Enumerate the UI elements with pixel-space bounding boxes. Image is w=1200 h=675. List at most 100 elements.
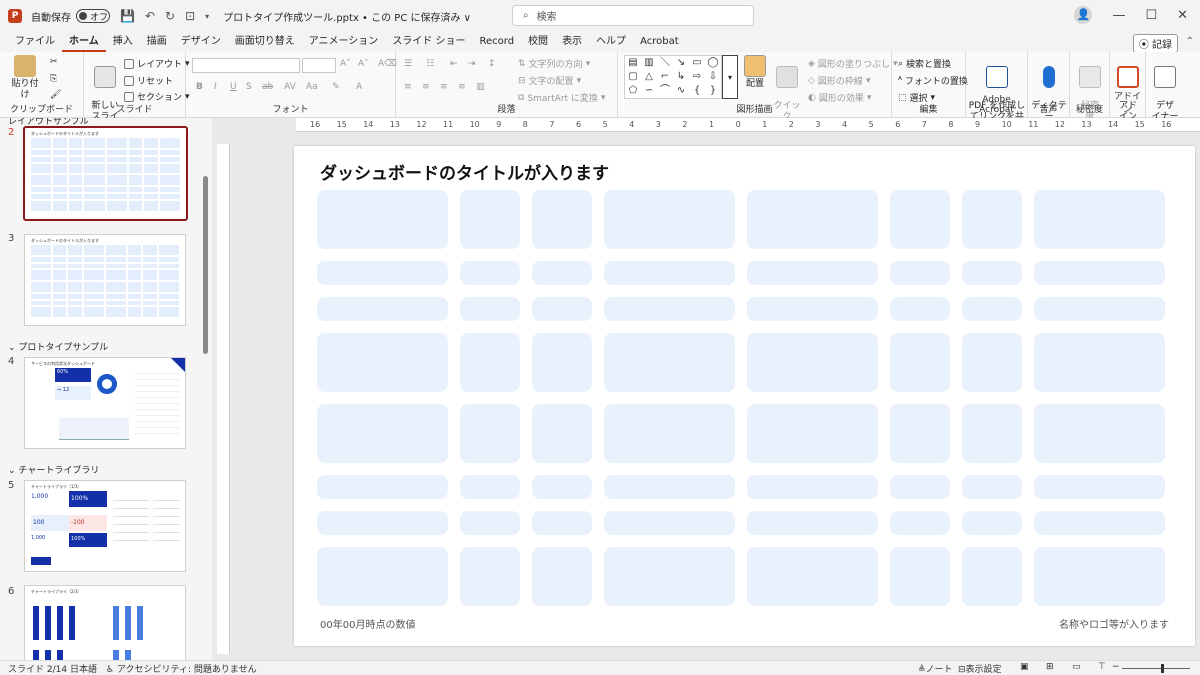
slide[interactable]: ダッシュボードのタイトルが入ります 00年00月時点の数値 名称やロゴ等が入りま… [294, 146, 1195, 646]
grid-cell[interactable] [460, 190, 520, 249]
reading-view-icon[interactable]: ▭ [1072, 662, 1081, 672]
curve-icon[interactable]: ∽ [641, 84, 657, 98]
align-right-icon[interactable]: ≡ [440, 82, 448, 92]
tab-file[interactable]: ファイル [8, 32, 62, 52]
maximize-icon[interactable]: ☐ [1145, 8, 1157, 23]
close-icon[interactable]: ✕ [1177, 8, 1188, 23]
oval-icon[interactable]: ◯ [705, 56, 721, 70]
strike-icon[interactable]: ab [262, 82, 273, 92]
grid-cell[interactable] [962, 190, 1022, 249]
zoom-slider-track[interactable] [1122, 668, 1190, 669]
shapes-more-button[interactable]: ▾ [722, 55, 738, 99]
file-name[interactable]: プロトタイプ作成ツール.pptx • この PC に保存済み ∨ [223, 9, 471, 24]
arrow-line-icon[interactable]: ↘ [673, 56, 689, 70]
grid-cell[interactable] [747, 475, 878, 499]
present-icon[interactable]: ⊡ [185, 9, 195, 23]
grid-cell[interactable] [1034, 333, 1165, 392]
grid-cell[interactable] [604, 547, 735, 606]
slide-thumbnail-3[interactable]: ダッシュボードのタイトルが入ります [24, 234, 186, 326]
grid-cell[interactable] [532, 547, 592, 606]
ribbon-collapse-icon[interactable]: ⌃ [1186, 36, 1194, 47]
copy-icon[interactable]: ⎘ [50, 74, 57, 84]
align-text-button[interactable]: ⊟ 文字の配置 ▾ [518, 74, 581, 88]
pentagon-icon[interactable]: ⬠ [625, 84, 641, 98]
indent-increase-icon[interactable]: ⇥ [468, 59, 476, 69]
grid-cell[interactable] [747, 547, 878, 606]
language[interactable]: 日本語 [70, 662, 97, 675]
triangle-icon[interactable]: △ [641, 70, 657, 84]
layout-button[interactable]: レイアウト ▾ [124, 57, 190, 70]
grid-cell[interactable] [460, 297, 520, 321]
format-painter-icon[interactable]: 🖌 [50, 90, 61, 100]
right-arrow-icon[interactable]: ⇨ [689, 70, 705, 84]
font-color-icon[interactable]: A [356, 82, 362, 92]
grid-cell[interactable] [604, 511, 735, 535]
grid-cell[interactable] [962, 261, 1022, 285]
elbow-icon[interactable]: ⌐ [657, 70, 673, 84]
grid-cell[interactable] [532, 261, 592, 285]
shape-fill-button[interactable]: ◈ 図形の塗りつぶし ▾ [808, 57, 898, 71]
customize-qat-icon[interactable]: ▾ [205, 12, 209, 21]
grid-cell[interactable] [890, 475, 950, 499]
slide-title[interactable]: ダッシュボードのタイトルが入ります [320, 159, 609, 184]
avatar[interactable]: 👤 [1074, 6, 1093, 24]
tab-review[interactable]: 校閲 [521, 32, 555, 52]
paste-button[interactable]: 貼り付け [8, 55, 42, 101]
section-chart-library[interactable]: ⌄ チャートライブラリ [8, 463, 99, 476]
tab-animations[interactable]: アニメーション [302, 32, 386, 52]
grid-cell[interactable] [460, 404, 520, 463]
grid-cell[interactable] [532, 404, 592, 463]
grid-cell[interactable] [1034, 547, 1165, 606]
shape-effects-button[interactable]: ◐ 図形の効果 ▾ [808, 91, 871, 105]
grid-cell[interactable] [1034, 404, 1165, 463]
zoom-out-icon[interactable]: − [1112, 662, 1120, 672]
line-spacing-icon[interactable]: ↕ [488, 59, 496, 69]
grow-font-icon[interactable]: A˄ [340, 59, 351, 69]
grid-cell[interactable] [317, 511, 448, 535]
grid-cell[interactable] [532, 190, 592, 249]
clear-format-icon[interactable]: A⌫ [378, 59, 397, 69]
slide-thumbnail-2[interactable]: ダッシュボードのタイトルが入ります [23, 126, 188, 221]
grid-cell[interactable] [460, 511, 520, 535]
grid-cell[interactable] [532, 475, 592, 499]
tab-slideshow[interactable]: スライド ショー [385, 32, 472, 52]
tab-view[interactable]: 表示 [555, 32, 589, 52]
tab-design[interactable]: デザイン [174, 32, 228, 52]
italic-icon[interactable]: I [214, 82, 217, 92]
underline-icon[interactable]: U [230, 82, 237, 92]
align-left-icon[interactable]: ≡ [404, 82, 412, 92]
replace-fonts-button[interactable]: ᴬ フォントの置換 [898, 74, 968, 88]
shapes-gallery[interactable]: ▤ ▥ ＼ ↘ ▭ ◯ ▢ △ ⌐ ↳ ⇨ ⇩ ⬠ ∽ ⌒ ∿{} [624, 55, 722, 99]
grid-cell[interactable] [604, 475, 735, 499]
grid-cell[interactable] [747, 297, 878, 321]
grid-cell[interactable] [460, 475, 520, 499]
justify-icon[interactable]: ≡ [458, 82, 466, 92]
minimize-icon[interactable]: — [1112, 8, 1125, 23]
tab-insert[interactable]: 挿入 [106, 32, 140, 52]
slide-footer-date[interactable]: 00年00月時点の数値 [320, 616, 415, 631]
tab-draw[interactable]: 描画 [140, 32, 174, 52]
slide-thumbnail-4[interactable]: サービスの利用状況ダッシュボード 60% ⇒ 12 [24, 357, 186, 449]
grid-cell[interactable] [747, 404, 878, 463]
grid-cell[interactable] [604, 333, 735, 392]
bullets-icon[interactable]: ☰ [404, 59, 412, 69]
elbow-arrow-icon[interactable]: ↳ [673, 70, 689, 84]
grid-cell[interactable] [890, 547, 950, 606]
align-center-icon[interactable]: ≡ [422, 82, 430, 92]
grid-cell[interactable] [604, 190, 735, 249]
grid-cell[interactable] [890, 190, 950, 249]
grid-cell[interactable] [890, 404, 950, 463]
grid-cell[interactable] [962, 297, 1022, 321]
slide-panel-scrollbar[interactable] [203, 176, 208, 354]
rectangle-icon[interactable]: ▭ [689, 56, 705, 70]
shrink-font-icon[interactable]: A˅ [358, 59, 369, 69]
slide-thumbnail-6[interactable]: チャートライブラリ（2/3） [24, 585, 186, 660]
grid-cell[interactable] [747, 190, 878, 249]
brace-left-icon[interactable]: { [689, 84, 705, 98]
grid-cell[interactable] [604, 297, 735, 321]
grid-cell[interactable] [460, 547, 520, 606]
save-icon[interactable]: 💾 [120, 9, 135, 23]
zoom-slider-thumb[interactable] [1161, 664, 1164, 673]
highlight-icon[interactable]: ✎ [332, 82, 340, 92]
columns-icon[interactable]: ▥ [476, 82, 485, 92]
